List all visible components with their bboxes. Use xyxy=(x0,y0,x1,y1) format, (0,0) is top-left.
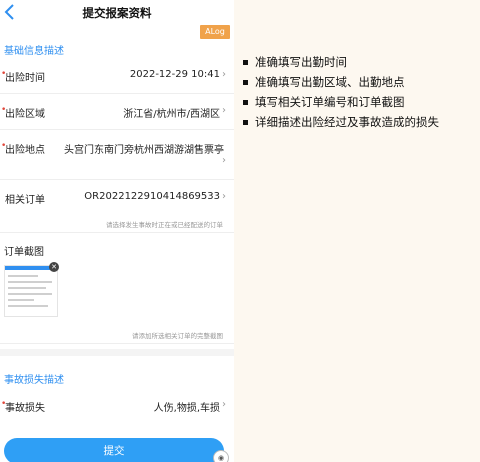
instruction-item: 准确填写出勤区域、出勤地点 xyxy=(242,75,439,95)
remove-image-icon[interactable]: ✕ xyxy=(49,262,59,272)
field-row-loss[interactable]: • 事故损失 人伤,物损,车损 › xyxy=(0,398,234,416)
instruction-list: 准确填写出勤时间 准确填写出勤区域、出勤地点 填写相关订单编号和订单截图 详细描… xyxy=(242,55,439,135)
divider xyxy=(0,343,234,344)
chevron-right-icon: › xyxy=(222,69,226,80)
field-value-location: 头宫门东南门旁杭州西湖游湖售票亭 xyxy=(64,145,224,156)
order-hint: 请选择发生事故时正在或已经配送的订单 xyxy=(106,221,223,229)
field-label-loss: 事故损失 xyxy=(5,403,45,414)
instruction-item: 详细描述出险经过及事故造成的损失 xyxy=(242,115,439,135)
floating-action-icon[interactable]: ◉ xyxy=(213,450,229,462)
divider xyxy=(0,179,234,180)
divider xyxy=(0,129,234,130)
screenshot-hint: 请添加所选相关订单的完整截图 xyxy=(132,332,223,340)
divider xyxy=(0,93,234,94)
field-row-area[interactable]: • 出险区域 浙江省/杭州市/西湖区 › xyxy=(0,104,234,122)
instruction-item: 填写相关订单编号和订单截图 xyxy=(242,95,439,115)
field-label-order: 相关订单 xyxy=(5,195,45,206)
instruction-item: 准确填写出勤时间 xyxy=(242,55,439,75)
chevron-right-icon: › xyxy=(222,399,226,410)
submit-button[interactable]: 提交 xyxy=(4,438,224,462)
section-title-basic: 基础信息描述 xyxy=(4,46,64,57)
bullet-icon xyxy=(243,120,248,125)
field-label-time: 出险时间 xyxy=(5,73,45,84)
chevron-right-icon: › xyxy=(222,105,226,116)
section-title-loss: 事故损失描述 xyxy=(4,375,64,386)
order-screenshot-thumbnail[interactable] xyxy=(4,265,58,317)
bullet-icon xyxy=(243,60,248,65)
field-row-order[interactable]: 相关订单 OR2022122910414869533 › xyxy=(0,190,234,208)
field-value-time: 2022-12-29 10:41 xyxy=(129,69,220,80)
field-value-order: OR2022122910414869533 xyxy=(84,191,220,202)
nav-bar: 提交报案资料 xyxy=(0,0,234,26)
bullet-icon xyxy=(243,100,248,105)
field-value-area: 浙江省/杭州市/西湖区 xyxy=(123,109,220,120)
field-row-location[interactable]: • 出险地点 头宫门东南门旁杭州西湖游湖售票亭 › xyxy=(0,140,234,170)
field-label-area: 出险区域 xyxy=(5,109,45,120)
field-label-screenshot: 订单截图 xyxy=(4,247,44,258)
page-title: 提交报案资料 xyxy=(82,6,152,20)
chevron-right-icon: › xyxy=(222,191,226,202)
field-value-loss: 人伤,物损,车损 xyxy=(153,403,220,414)
field-label-location: 出险地点 xyxy=(5,145,45,156)
divider xyxy=(0,232,234,233)
phone-screen: 提交报案资料 ALog 基础信息描述 • 出险时间 2022-12-29 10:… xyxy=(0,0,234,462)
section-gap xyxy=(0,349,234,356)
chevron-right-icon: › xyxy=(222,155,226,166)
field-row-time[interactable]: • 出险时间 2022-12-29 10:41 › xyxy=(0,68,234,86)
alog-badge[interactable]: ALog xyxy=(200,25,230,39)
bullet-icon xyxy=(243,80,248,85)
